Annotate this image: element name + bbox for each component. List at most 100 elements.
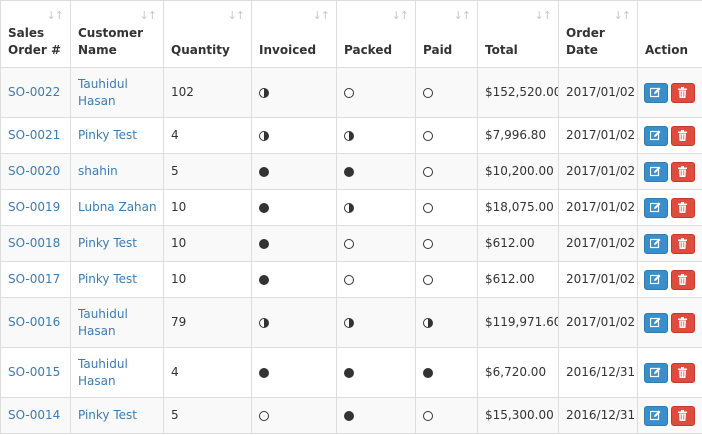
column-header-invoiced[interactable]: Invoiced ↓↑: [251, 0, 337, 68]
cell-paid: [415, 153, 478, 190]
cell-action: [637, 225, 702, 262]
edit-button[interactable]: [644, 233, 668, 254]
cell-packed: [336, 67, 416, 118]
cell-action: [637, 67, 702, 118]
customer-link[interactable]: Pinky Test: [78, 236, 137, 250]
edit-icon: [650, 202, 661, 212]
edit-button[interactable]: [644, 312, 668, 333]
column-header-label: Customer Name: [78, 26, 144, 57]
column-header-paid[interactable]: Paid ↓↑: [415, 0, 478, 68]
customer-link[interactable]: Pinky Test: [78, 408, 137, 422]
customer-link[interactable]: Pinky Test: [78, 128, 137, 142]
delete-button[interactable]: [671, 312, 695, 333]
cell-qty: 5: [163, 153, 252, 190]
column-header-so[interactable]: Sales Order # ↓↑: [0, 0, 71, 68]
table-row: SO-0018 Pinky Test 10 $612.00 2017/01/02: [0, 225, 702, 262]
paid-status-empty-icon: [423, 238, 433, 249]
cell-customer: Lubna Zahan: [70, 189, 164, 226]
sort-arrows-icon[interactable]: ↓↑: [228, 7, 245, 24]
column-header-action: Action: [637, 0, 702, 68]
cell-date: 2017/01/02: [558, 189, 638, 226]
cell-action: [637, 261, 702, 298]
packed-status-empty-icon: [344, 87, 354, 98]
column-header-qty[interactable]: Quantity ↓↑: [163, 0, 252, 68]
customer-link[interactable]: shahin: [78, 164, 118, 178]
edit-button[interactable]: [644, 362, 668, 383]
edit-button[interactable]: [644, 197, 668, 218]
sales-order-link[interactable]: SO-0022: [8, 85, 60, 99]
column-header-packed[interactable]: Packed ↓↑: [336, 0, 416, 68]
sales-order-link[interactable]: SO-0021: [8, 128, 60, 142]
sort-arrows-icon[interactable]: ↓↑: [454, 7, 471, 24]
cell-so: SO-0017: [0, 261, 71, 298]
delete-button[interactable]: [671, 125, 695, 146]
sort-arrows-icon[interactable]: ↓↑: [140, 7, 157, 24]
cell-paid: [415, 117, 478, 154]
cell-total: $18,075.00: [477, 189, 559, 226]
cell-packed: [336, 397, 416, 434]
sort-arrows-icon[interactable]: ↓↑: [535, 7, 552, 24]
cell-date: 2017/01/02: [558, 297, 638, 348]
invoiced-status-full-icon: [259, 367, 269, 378]
sort-arrows-icon[interactable]: ↓↑: [614, 7, 631, 24]
cell-qty: 10: [163, 261, 252, 298]
edit-button[interactable]: [644, 405, 668, 426]
packed-status-full-icon: [344, 166, 354, 177]
sales-order-link[interactable]: SO-0014: [8, 408, 60, 422]
sort-arrows-icon[interactable]: ↓↑: [313, 7, 330, 24]
cell-paid: [415, 67, 478, 118]
edit-button[interactable]: [644, 269, 668, 290]
edit-button[interactable]: [644, 82, 668, 103]
edit-button[interactable]: [644, 161, 668, 182]
customer-link[interactable]: Pinky Test: [78, 272, 137, 286]
packed-status-half-icon: [344, 202, 354, 213]
table-row: SO-0016 Tauhidul Hasan 79 $119,971.60 2017/0…: [0, 297, 702, 348]
trash-icon: [678, 316, 687, 328]
sales-order-link[interactable]: SO-0019: [8, 200, 60, 214]
customer-link[interactable]: Tauhidul Hasan: [78, 77, 128, 108]
table-row: SO-0015 Tauhidul Hasan 4 $6,720.00 2016/12/3…: [0, 347, 702, 398]
sales-order-link[interactable]: SO-0018: [8, 236, 60, 250]
delete-button[interactable]: [671, 405, 695, 426]
delete-button[interactable]: [671, 82, 695, 103]
trash-icon: [678, 201, 687, 213]
sales-order-link[interactable]: SO-0020: [8, 164, 60, 178]
cell-date: 2016/12/31: [558, 397, 638, 434]
cell-total: $152,520.00: [477, 67, 559, 118]
cell-customer: Pinky Test: [70, 261, 164, 298]
sort-arrows-icon[interactable]: ↓↑: [47, 7, 64, 24]
delete-button[interactable]: [671, 197, 695, 218]
edit-icon: [650, 87, 661, 97]
cell-customer: Pinky Test: [70, 225, 164, 262]
cell-total: $6,720.00: [477, 347, 559, 398]
cell-qty: 4: [163, 117, 252, 154]
cell-customer: shahin: [70, 153, 164, 190]
cell-invoiced: [251, 397, 337, 434]
column-header-label: Packed: [344, 43, 393, 57]
cell-action: [637, 117, 702, 154]
delete-button[interactable]: [671, 233, 695, 254]
column-header-total[interactable]: Total ↓↑: [477, 0, 559, 68]
cell-packed: [336, 189, 416, 226]
column-header-date[interactable]: Order Date ↓↑: [558, 0, 638, 68]
customer-link[interactable]: Tauhidul Hasan: [78, 357, 128, 388]
sort-arrows-icon[interactable]: ↓↑: [392, 7, 409, 24]
delete-button[interactable]: [671, 362, 695, 383]
delete-button[interactable]: [671, 161, 695, 182]
column-header-customer[interactable]: Customer Name ↓↑: [70, 0, 164, 68]
customer-link[interactable]: Lubna Zahan: [78, 200, 157, 214]
cell-invoiced: [251, 225, 337, 262]
cell-invoiced: [251, 347, 337, 398]
trash-icon: [678, 273, 687, 285]
edit-button[interactable]: [644, 125, 668, 146]
sales-order-link[interactable]: SO-0016: [8, 315, 60, 329]
delete-button[interactable]: [671, 269, 695, 290]
sales-order-link[interactable]: SO-0017: [8, 272, 60, 286]
customer-link[interactable]: Tauhidul Hasan: [78, 307, 128, 338]
sales-order-link[interactable]: SO-0015: [8, 365, 60, 379]
cell-invoiced: [251, 117, 337, 154]
cell-action: [637, 297, 702, 348]
invoiced-status-half-icon: [259, 87, 269, 98]
cell-date: 2017/01/02: [558, 225, 638, 262]
trash-icon: [678, 165, 687, 177]
